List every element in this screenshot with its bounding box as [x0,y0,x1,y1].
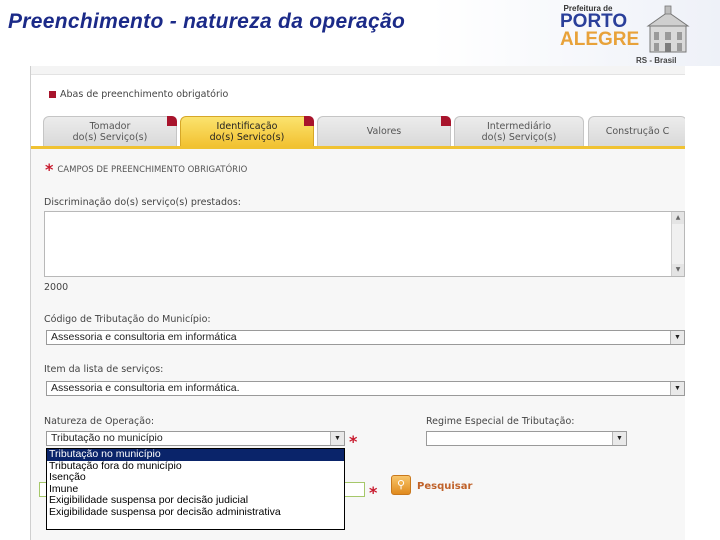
chevron-down-icon[interactable]: ▼ [612,432,626,445]
tab-valores[interactable]: Valores [317,116,451,146]
tab-label-line1: Valores [366,126,402,137]
tab-label-line2: do(s) Serviço(s) [481,132,557,143]
required-tab-corner-icon [304,116,314,126]
tab-label-line1: Tomador [89,121,131,132]
form-tabs: Tomador do(s) Serviço(s) Identificação d… [43,116,685,146]
mandatory-tabs-label: Abas de preenchimento obrigatório [60,89,229,100]
textarea-scrollbar[interactable]: ▲ ▼ [671,212,684,276]
tab-intermediario[interactable]: Intermediário do(s) Serviço(s) [454,116,584,146]
search-icon: ⚲ [396,478,406,491]
dropdown-option[interactable]: Exigibilidade suspensa por decisão admin… [47,506,344,519]
tab-tomador[interactable]: Tomador do(s) Serviço(s) [43,116,177,146]
city-hall-crest-icon [646,5,690,53]
codigo-tributacao-value: Assessoria e consultoria em informática [51,331,237,343]
natureza-operacao-value: Tributação no município [51,432,163,444]
item-lista-select[interactable]: Assessoria e consultoria em informática.… [46,381,685,396]
region-label: RS - Brasil [636,56,677,65]
required-star-icon: * [45,160,54,179]
chevron-down-icon[interactable]: ▼ [330,432,344,445]
tab-label-line1: Intermediário [486,121,552,132]
required-star-icon: * [349,432,358,451]
discriminacao-textarea[interactable]: ▲ ▼ [44,211,685,277]
codigo-tributacao-select[interactable]: Assessoria e consultoria em informática … [46,330,685,345]
required-tab-marker-icon [49,91,56,98]
regime-especial-select[interactable]: ▼ [426,431,627,446]
scroll-up-icon[interactable]: ▲ [672,212,684,224]
natureza-operacao-label: Natureza de Operação: [44,416,155,427]
chevron-down-icon[interactable]: ▼ [670,382,684,395]
natureza-operacao-dropdown-list[interactable]: Tributação no município Tributação fora … [46,448,345,530]
chevron-down-icon[interactable]: ▼ [670,331,684,344]
discriminacao-label: Discriminação do(s) serviço(s) prestados… [44,197,241,208]
mandatory-tabs-note: Abas de preenchimento obrigatório [49,89,228,100]
required-star-icon: * [369,483,378,502]
tab-label-line1: Identificação [216,121,278,132]
required-fields-note: * CAMPOS DE PREENCHIMENTO OBRIGATÓRIO [45,160,248,179]
tab-identificacao[interactable]: Identificação do(s) Serviço(s) [180,116,314,146]
tab-label-line2: do(s) Serviço(s) [209,132,285,143]
nfse-form-screenshot: Abas de preenchimento obrigatório Tomado… [30,66,685,540]
screen-top-bar [31,66,685,75]
scroll-down-icon[interactable]: ▼ [672,264,684,276]
porto-alegre-logo: Prefeitura de PORTO ALEGRE [560,4,640,64]
dropdown-option[interactable]: Isenção [47,472,344,484]
search-link[interactable]: Pesquisar [417,481,472,492]
required-fields-label: CAMPOS DE PREENCHIMENTO OBRIGATÓRIO [57,165,248,175]
codigo-tributacao-label: Código de Tributação do Município: [44,314,211,325]
dropdown-option[interactable]: Tributação fora do município [47,460,344,473]
tab-construcao[interactable]: Construção C [588,116,685,146]
natureza-operacao-select[interactable]: Tributação no município ▼ [46,431,345,446]
required-tab-corner-icon [441,116,451,126]
required-tab-corner-icon [167,116,177,126]
regime-especial-label: Regime Especial de Tributação: [426,416,575,427]
item-lista-label: Item da lista de serviços: [44,364,164,375]
slide-title: Preenchimento - natureza da operação [8,10,406,33]
char-counter: 2000 [44,282,69,293]
tab-label-line1: Construção C [605,126,670,137]
logo-alegre-text: ALEGRE [560,29,640,50]
search-button[interactable]: ⚲ [391,475,411,495]
dropdown-option[interactable]: Tributação no município [47,448,344,461]
item-lista-value: Assessoria e consultoria em informática. [51,382,240,394]
tab-label-line2: do(s) Serviço(s) [72,132,148,143]
